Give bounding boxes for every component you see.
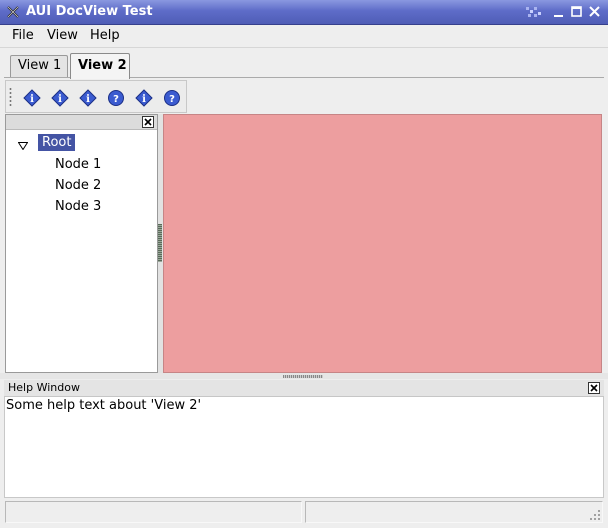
splitter-grip[interactable] [158, 224, 162, 262]
tree-panel: Root Node 1 Node 2 Node 3 [5, 114, 158, 373]
menu-file[interactable]: File [12, 28, 34, 43]
tab-strip: View 1 View 2 [4, 50, 604, 79]
expand-triangle-icon[interactable] [17, 139, 29, 151]
tab-view-1[interactable]: View 1 [10, 55, 68, 77]
menu-view[interactable]: View [47, 28, 78, 43]
help-icon[interactable]: ? [107, 89, 125, 107]
horizontal-splitter[interactable] [0, 373, 608, 379]
toolbar: i i i ? i ? [5, 80, 187, 113]
tree-item-node-1[interactable]: Node 1 [55, 157, 101, 172]
close-icon[interactable] [587, 5, 602, 19]
app-icon[interactable] [6, 5, 20, 19]
help-window-content: Some help text about 'View 2' [4, 397, 604, 498]
menu-bar: File View Help [0, 25, 608, 48]
info-icon[interactable]: i [79, 89, 97, 107]
help-window-header[interactable]: Help Window [4, 380, 604, 397]
tab-view-2[interactable]: View 2 [70, 53, 130, 79]
resize-grip-icon[interactable] [588, 508, 602, 522]
close-icon[interactable] [588, 382, 600, 394]
svg-text:i: i [142, 94, 146, 105]
close-icon[interactable] [142, 116, 154, 128]
tree-item-root[interactable]: Root [38, 134, 76, 151]
toolbar-grip[interactable] [9, 87, 12, 107]
maximize-icon[interactable] [569, 5, 584, 19]
status-cell-left [5, 501, 302, 523]
window-title: AUI DocView Test [26, 4, 153, 19]
help-icon[interactable]: ? [163, 89, 181, 107]
document-view[interactable] [163, 114, 602, 373]
info-icon[interactable]: i [23, 89, 41, 107]
minimize-icon[interactable] [551, 5, 566, 19]
tree-item-node-2[interactable]: Node 2 [55, 178, 101, 193]
info-icon[interactable]: i [51, 89, 69, 107]
status-bar [0, 498, 608, 528]
tree-item-node-3[interactable]: Node 3 [55, 199, 101, 214]
tree-panel-header[interactable] [6, 115, 157, 130]
svg-text:i: i [30, 94, 34, 105]
info-icon[interactable]: i [135, 89, 153, 107]
svg-text:i: i [58, 94, 62, 105]
title-bar[interactable]: AUI DocView Test [0, 0, 608, 25]
help-text: Some help text about 'View 2' [6, 398, 202, 413]
help-window-title: Help Window [8, 381, 80, 394]
svg-text:?: ? [169, 94, 175, 105]
svg-text:i: i [86, 94, 90, 105]
window-menu-icon[interactable] [524, 5, 541, 19]
splitter-grip[interactable] [283, 375, 323, 378]
menu-help[interactable]: Help [90, 28, 120, 43]
status-cell-right [305, 501, 603, 523]
svg-text:?: ? [113, 94, 119, 105]
